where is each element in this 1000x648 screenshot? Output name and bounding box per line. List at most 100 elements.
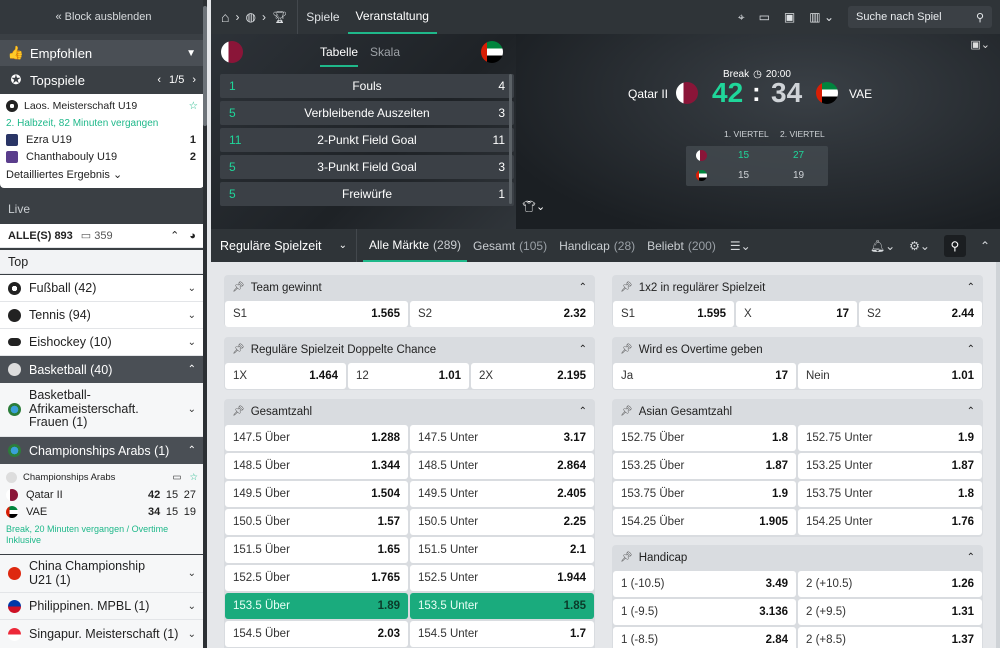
pin-icon[interactable]: 📌︎	[232, 406, 245, 417]
odd-button[interactable]: 151.5 Unter 2.1	[410, 537, 594, 563]
odd-button[interactable]: 148.5 Über 1.344	[225, 453, 408, 479]
period-select[interactable]: Reguläre Spielzeit ⌄	[211, 229, 357, 262]
pin-icon[interactable]: 📌︎	[620, 406, 633, 417]
chevron-up-icon[interactable]: ⌃	[579, 282, 587, 293]
odd-button[interactable]: 1 (-9.5) 3.136	[613, 599, 796, 625]
tab-popular[interactable]: Beliebt (200)	[641, 229, 722, 262]
gear-icon[interactable]: ⚙⌄	[909, 239, 930, 253]
tab-total[interactable]: Gesamt (105)	[467, 229, 553, 262]
location-icon[interactable]: ⌖	[738, 10, 745, 25]
chevron-down-icon[interactable]: ⌄	[188, 310, 196, 321]
odd-button[interactable]: 153.5 Unter 1.85	[410, 593, 594, 619]
pin-icon[interactable]: 📌︎	[232, 282, 245, 293]
all-live-row[interactable]: ALLE(S) 893 ▭ 359 ⌃ ◕	[0, 224, 204, 248]
odd-button[interactable]: 2X 2.195	[471, 363, 594, 389]
odd-button[interactable]: 147.5 Unter 3.17	[410, 425, 594, 451]
odd-button[interactable]: 1 (-10.5) 3.49	[613, 571, 796, 597]
chevron-down-icon[interactable]: ▼	[186, 48, 196, 59]
odd-button[interactable]: 153.75 Über 1.9	[613, 481, 796, 507]
sport-item-tennis[interactable]: Tennis (94) ⌄	[0, 302, 204, 329]
recommended-header[interactable]: 👍 Empfohlen ▼	[0, 40, 204, 66]
odd-button[interactable]: 1X 1.464	[225, 363, 346, 389]
pie-icon[interactable]: ◕	[189, 230, 196, 242]
odd-button[interactable]: S2 2.32	[410, 301, 594, 327]
favorite-star-icon[interactable]: ☆	[189, 100, 198, 112]
league-item-philippines-mpbl[interactable]: Philippinen. MPBL (1) ⌄	[0, 593, 204, 620]
league-item-africa-women[interactable]: Basketball-Afrikameisterschaft. Frauen (…	[0, 383, 204, 437]
favorite-star-icon[interactable]: ☆	[189, 472, 198, 483]
search-input[interactable]: Suche nach Spiel ⚲	[848, 6, 992, 28]
odd-button[interactable]: 147.5 Über 1.288	[225, 425, 408, 451]
odd-button[interactable]: S1 1.565	[225, 301, 408, 327]
league-item-championships-arabs[interactable]: Championships Arabs (1) ⌃	[0, 437, 204, 464]
league-item-singapore[interactable]: Singapur. Meisterschaft (1) ⌄	[0, 620, 204, 648]
odd-button[interactable]: 151.5 Über 1.65	[225, 537, 408, 563]
list-menu-icon[interactable]: ☰⌄	[730, 239, 751, 253]
odd-button[interactable]: 12 1.01	[348, 363, 469, 389]
league-item-china-u21[interactable]: China Championship U21 (1) ⌄	[0, 555, 204, 593]
chevron-up-icon[interactable]: ⌃	[579, 406, 587, 417]
odd-button[interactable]: 149.5 Unter 2.405	[410, 481, 594, 507]
trophy-icon[interactable]: 🏆︎	[272, 10, 287, 24]
chevron-up-icon[interactable]: ⌃	[188, 445, 196, 456]
odd-button[interactable]: Nein 1.01	[798, 363, 982, 389]
pin-icon[interactable]: 📌︎	[620, 282, 633, 293]
odd-button[interactable]: 153.5 Über 1.89	[225, 593, 408, 619]
tab-games[interactable]: Spiele	[298, 0, 347, 34]
pin-icon[interactable]: 📌︎	[232, 344, 245, 355]
tab-scale[interactable]: Skala	[370, 45, 400, 59]
odd-button[interactable]: 150.5 Über 1.57	[225, 509, 408, 535]
odd-button[interactable]: 150.5 Unter 2.25	[410, 509, 594, 535]
odd-button[interactable]: 154.25 Über 1.905	[613, 509, 796, 535]
monitor-icon[interactable]: ▣	[784, 10, 795, 24]
sport-item-basketball[interactable]: Basketball (40) ⌃	[0, 356, 204, 383]
main-scrollbar[interactable]	[996, 262, 1000, 648]
jersey-icon[interactable]: 👕︎⌄	[522, 200, 545, 213]
odd-button[interactable]: 153.75 Unter 1.8	[798, 481, 982, 507]
odd-button[interactable]: 154.5 Unter 1.7	[410, 621, 594, 647]
layout-icon[interactable]: ▭	[759, 10, 770, 24]
chevron-up-icon[interactable]: ⌃	[188, 364, 196, 375]
screen-icon[interactable]: ▭	[172, 472, 181, 483]
odd-button[interactable]: 2 (+9.5) 1.31	[798, 599, 982, 625]
odd-button[interactable]: 152.5 Über 1.765	[225, 565, 408, 591]
odd-button[interactable]: 152.75 Über 1.8	[613, 425, 796, 451]
odd-button[interactable]: S1 1.595	[613, 301, 734, 327]
pin-icon[interactable]: 📌︎	[620, 552, 633, 563]
tv-icon[interactable]: ▣⌄	[970, 38, 990, 51]
odd-button[interactable]: Ja 17	[613, 363, 796, 389]
odd-button[interactable]: 154.5 Über 2.03	[225, 621, 408, 647]
stats-scrollbar[interactable]	[509, 74, 512, 204]
chevron-down-icon[interactable]: ⌄	[188, 337, 196, 348]
chevron-down-icon[interactable]: ⌄	[188, 629, 196, 640]
odd-button[interactable]: 148.5 Unter 2.864	[410, 453, 594, 479]
next-icon[interactable]: ›	[192, 74, 196, 86]
search-icon[interactable]: ⚲	[943, 234, 966, 257]
tab-handicap[interactable]: Handicap (28)	[553, 229, 641, 262]
detailed-result-link[interactable]: Detailliertes Ergebnis ⌄	[6, 168, 122, 181]
pin-icon[interactable]: 📌︎	[620, 344, 633, 355]
odd-button[interactable]: X 17	[736, 301, 857, 327]
live-match-card[interactable]: Championships Arabs ▭ ☆ Qatar II 42 15 2…	[0, 464, 204, 554]
chevron-up-icon[interactable]: ⌃	[967, 344, 975, 355]
odd-button[interactable]: 153.25 Unter 1.87	[798, 453, 982, 479]
collapse-all-icon[interactable]: ⌃	[170, 229, 179, 242]
chevron-up-icon[interactable]: ⌃	[967, 406, 975, 417]
odd-button[interactable]: 152.75 Unter 1.9	[798, 425, 982, 451]
tab-table[interactable]: Tabelle	[320, 45, 359, 67]
odd-button[interactable]: 152.5 Unter 1.944	[410, 565, 594, 591]
chevron-down-icon[interactable]: ⌄	[188, 568, 196, 579]
sport-item-football[interactable]: Fußball (42) ⌄	[0, 275, 204, 302]
tab-event[interactable]: Veranstaltung	[347, 0, 437, 34]
collapse-icon[interactable]: ⌃	[980, 239, 990, 253]
odd-button[interactable]: 153.25 Über 1.87	[613, 453, 796, 479]
odd-button[interactable]: 1 (-8.5) 2.84	[613, 627, 796, 648]
hide-block-button[interactable]: « Block ausblenden	[0, 0, 207, 34]
odd-button[interactable]: 154.25 Unter 1.76	[798, 509, 982, 535]
odd-button[interactable]: 2 (+10.5) 1.26	[798, 571, 982, 597]
chevron-down-icon[interactable]: ⌄	[188, 601, 196, 612]
chevron-up-icon[interactable]: ⌃	[967, 282, 975, 293]
featured-match-card[interactable]: Laos. Meisterschaft U19 ☆ 2. Halbzeit, 8…	[0, 94, 204, 188]
sport-item-icehockey[interactable]: Eishockey (10) ⌄	[0, 329, 204, 356]
sidebar-scrollbar[interactable]	[203, 0, 207, 648]
